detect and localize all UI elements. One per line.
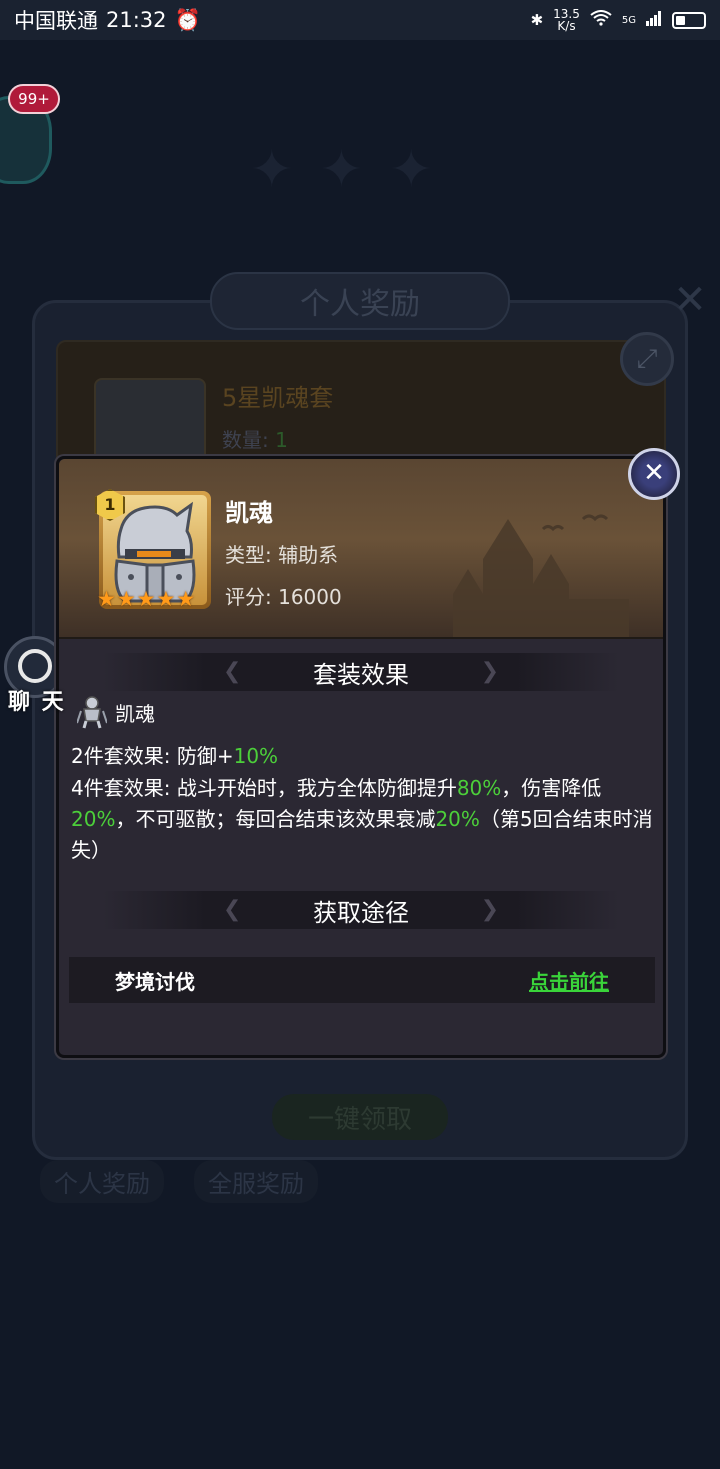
set-name-row: 凯魂 bbox=[77, 695, 155, 729]
expand-icon[interactable]: ⤢ bbox=[620, 332, 674, 386]
network-type: 5G bbox=[621, 14, 636, 26]
reward-panel-title: 个人奖励 bbox=[210, 272, 510, 330]
status-bar: 中国联通 21:32 ⏰ ✱ 13.5 K/s 5G bbox=[0, 0, 720, 40]
clock-time: 21:32 bbox=[106, 8, 167, 32]
set-name: 凯魂 bbox=[115, 701, 155, 726]
reward-item-qty: 数量: 1 bbox=[222, 424, 288, 453]
source-row: 梦境讨伐 点击前往 bbox=[69, 957, 655, 1003]
source-title: 获取途径 bbox=[313, 898, 409, 927]
notification-badge: 99+ bbox=[8, 84, 60, 114]
reward-item-qty-value: 1 bbox=[275, 428, 288, 452]
source-name: 梦境讨伐 bbox=[115, 969, 195, 994]
claim-all-button[interactable]: 一键领取 bbox=[272, 1094, 448, 1140]
four-piece-value-dmg: 20% bbox=[71, 807, 116, 831]
castle-decoration-icon bbox=[453, 514, 629, 637]
carrier-label: 中国联通 bbox=[14, 9, 98, 33]
go-to-source-link[interactable]: 点击前往 bbox=[529, 966, 609, 995]
two-piece-text: 防御+ bbox=[176, 744, 234, 768]
reward-item-icon bbox=[94, 378, 206, 468]
four-piece-label: 4件套效果: bbox=[71, 776, 171, 800]
star-icon: ★ bbox=[116, 587, 136, 611]
popup-header: 1 ★ ★ ★ ★ ★ 凯魂 类型: 辅助系 评分: 16000 bbox=[59, 459, 663, 639]
reward-tabs: 个人奖励 全服奖励 bbox=[40, 1160, 318, 1203]
four-piece-value-decay: 20% bbox=[435, 807, 480, 831]
four-piece-value-def: 80% bbox=[456, 776, 502, 800]
signal-icon bbox=[646, 10, 662, 30]
reward-item-name: 5星凯魂套 bbox=[222, 384, 334, 412]
close-icon: ✕ bbox=[643, 458, 665, 488]
wifi-icon bbox=[590, 10, 612, 30]
ornament-right-icon: ❯ bbox=[480, 659, 499, 684]
set-effect-title: 套装效果 bbox=[313, 660, 409, 689]
star-icon: ★ bbox=[156, 587, 176, 611]
equipment-type-value: 辅助系 bbox=[278, 543, 339, 567]
tab-personal-reward[interactable]: 个人奖励 bbox=[40, 1160, 164, 1203]
reward-item-qty-label: 数量: bbox=[222, 428, 269, 452]
net-speed: 13.5 K/s bbox=[553, 8, 580, 32]
set-knight-icon bbox=[77, 696, 107, 729]
equipment-score-label: 评分: bbox=[225, 585, 272, 609]
equipment-type-label: 类型: bbox=[225, 543, 272, 567]
star-icon: ★ bbox=[97, 587, 116, 611]
star-icon: ★ bbox=[176, 587, 196, 611]
equipment-name: 凯魂 bbox=[225, 499, 273, 527]
two-piece-effect: 2件套效果: 防御+10% bbox=[71, 741, 657, 772]
net-speed-unit: K/s bbox=[557, 19, 576, 33]
background-event-title: ✦ ✦ ✦ bbox=[250, 140, 437, 200]
equipment-type: 类型: 辅助系 bbox=[225, 539, 338, 568]
ornament-right-icon: ❯ bbox=[480, 897, 499, 922]
two-piece-label: 2件套效果: bbox=[71, 744, 171, 768]
ornament-left-icon: ❮ bbox=[223, 897, 242, 922]
battery-icon bbox=[672, 11, 706, 29]
bluetooth-icon: ✱ bbox=[530, 11, 544, 29]
two-piece-value: 10% bbox=[233, 744, 279, 768]
four-piece-text: ，伤害降低 bbox=[501, 776, 602, 800]
alarm-icon: ⏰ bbox=[174, 7, 201, 32]
ornament-left-icon: ❮ bbox=[223, 659, 242, 684]
equipment-score: 评分: 16000 bbox=[225, 581, 342, 610]
source-header: ❮ 获取途径 ❯ bbox=[103, 891, 619, 929]
popup-close-button[interactable]: ✕ bbox=[628, 448, 680, 500]
equipment-score-value: 16000 bbox=[278, 585, 342, 609]
star-rating: ★ ★ ★ ★ ★ bbox=[97, 589, 195, 610]
set-effect-header: ❮ 套装效果 ❯ bbox=[103, 653, 619, 691]
four-piece-text: 战斗开始时，我方全体防御提升 bbox=[176, 776, 457, 800]
reward-panel-close-icon[interactable]: ✕ bbox=[668, 280, 712, 324]
four-piece-effect: 4件套效果: 战斗开始时，我方全体防御提升80%，伤害降低 20%，不可驱散；每回… bbox=[71, 773, 657, 866]
equipment-detail-popup: 1 ★ ★ ★ ★ ★ 凯魂 类型: 辅助系 评分: 16000 ❮ 套装效果 … bbox=[56, 456, 666, 1058]
tab-server-reward[interactable]: 全服奖励 bbox=[194, 1160, 318, 1203]
star-icon: ★ bbox=[136, 587, 156, 611]
chat-label[interactable]: 聊 天 bbox=[8, 684, 66, 716]
four-piece-text: ，不可驱散；每回合结束该效果衰减 bbox=[115, 807, 436, 831]
